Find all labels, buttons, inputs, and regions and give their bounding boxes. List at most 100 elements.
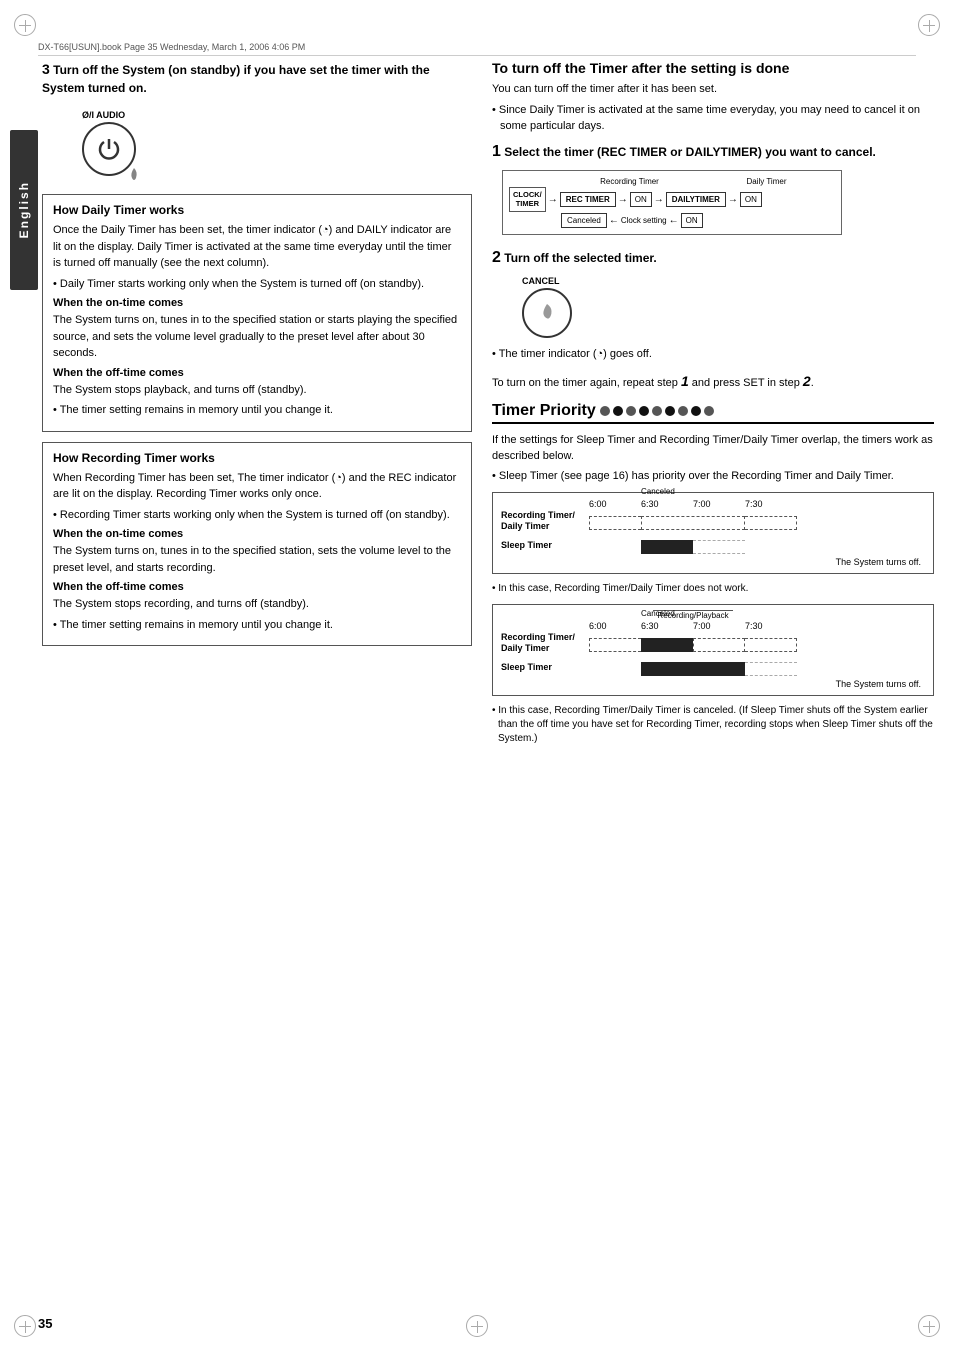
dot5 — [652, 406, 662, 416]
step3-number: 3 — [42, 61, 50, 77]
audio-button-label: Ø/I AUDIO — [82, 110, 136, 120]
chart2-row2-label: Sleep Timer — [501, 662, 589, 673]
chart1-time-ticks: 6:00 6:30 Canceled 7:00 7:30 — [589, 499, 925, 509]
tick-600: 6:00 — [589, 499, 641, 509]
bar1-r1-seg2 — [641, 516, 745, 530]
dot1 — [600, 406, 610, 416]
tick-730: 7:30 — [745, 499, 797, 509]
chart1-note: • In this case, Recording Timer/Daily Ti… — [492, 582, 934, 596]
when-on-heading: When the on-time comes — [53, 297, 461, 309]
step1-text: Select the timer (REC TIMER or DAILYTIME… — [504, 145, 876, 159]
how-daily-timer-title: How Daily Timer works — [53, 203, 461, 217]
left-column: 3 Turn off the System (on standby) if yo… — [42, 60, 472, 656]
recording-timer-top-label: Recording Timer — [561, 177, 698, 186]
bottom-center-mark — [466, 1315, 488, 1337]
turn-on-again-step2: 2 — [803, 373, 811, 389]
chart2-note: • In this case, Recording Timer/Daily Ti… — [492, 704, 934, 746]
timer-priority-heading: Timer Priority — [492, 402, 934, 424]
step2-bullet: • The timer indicator (◔) goes off. — [492, 346, 934, 363]
dot3 — [626, 406, 636, 416]
daily-timer-label: DAILYTIMER — [672, 195, 720, 204]
corner-mark-br — [918, 1315, 940, 1337]
dot8 — [691, 406, 701, 416]
timer-bottom-row: Canceled ← Clock setting ← ON — [561, 213, 835, 228]
corner-mark-tr — [918, 14, 940, 36]
chart2-row1-bars — [589, 633, 925, 653]
step3-section: 3 Turn off the System (on standby) if yo… — [42, 60, 472, 184]
priority-chart2: Recording/Playback 6:00 6:30 Canceled 7:… — [492, 604, 934, 696]
chart2-row2: Sleep Timer — [501, 657, 925, 677]
chart2-top-labels: Recording/Playback — [589, 611, 925, 620]
how-rec-timer-box: How Recording Timer works When Recording… — [42, 442, 472, 647]
step2-heading: 2 Turn off the selected timer. — [492, 249, 934, 267]
dot4 — [639, 406, 649, 416]
dot7 — [678, 406, 688, 416]
chart2-tick-730: 7:30 — [745, 621, 797, 631]
corner-mark-bl — [14, 1315, 36, 1337]
arrow-left-1: ← — [609, 215, 619, 226]
right-column: To turn off the Timer after the setting … — [492, 60, 934, 750]
rec-when-on-text: The System turns on, tunes in to the spe… — [53, 543, 461, 576]
turn-on-again-para: To turn on the timer again, repeat step … — [492, 371, 934, 392]
step3-button-area: Ø/I AUDIO — [82, 110, 136, 176]
step1-number: 1 — [492, 143, 501, 160]
spacer — [589, 611, 641, 620]
when-off-text: The System stops playback, and turns off… — [53, 382, 461, 399]
rec-when-off-heading: When the off-time comes — [53, 581, 461, 593]
arrow-right-1: → — [548, 194, 558, 205]
chart1-row2-bars — [589, 535, 925, 555]
chart1-row1-bars — [589, 511, 925, 531]
press-indicator — [126, 166, 142, 182]
chart2-row1: Recording Timer/Daily Timer — [501, 633, 925, 653]
step3-text: Turn off the System (on standby) if you … — [42, 63, 430, 95]
rec-timer-box: REC TIMER — [560, 192, 616, 207]
chart1-row1: Recording Timer/Daily Timer — [501, 511, 925, 531]
turn-on-again-suffix: and press SET in step — [689, 377, 803, 389]
how-rec-timer-bullet1: • Recording Timer starts working only wh… — [53, 507, 461, 524]
how-daily-timer-box: How Daily Timer works Once the Daily Tim… — [42, 194, 472, 432]
arrow-right-3: → — [654, 194, 664, 205]
when-off-heading: When the off-time comes — [53, 367, 461, 379]
step1-section: 1 Select the timer (REC TIMER or DAILYTI… — [492, 143, 934, 242]
arrow-right-2: → — [618, 194, 628, 205]
dot6 — [665, 406, 675, 416]
turn-on-again-step1: 1 — [681, 373, 689, 389]
power-icon — [95, 135, 123, 163]
turn-on-again-end: . — [811, 377, 814, 389]
priority-dots — [600, 406, 714, 416]
how-daily-timer-para1: Once the Daily Timer has been set, the t… — [53, 222, 461, 272]
priority-para1: If the settings for Sleep Timer and Reco… — [492, 432, 934, 465]
bar1-r1-seg1 — [589, 516, 641, 530]
daily-timer-top-label: Daily Timer — [698, 177, 835, 186]
dot9 — [704, 406, 714, 416]
c2bar2-empty — [589, 662, 641, 676]
c2bar1-r1-s1 — [589, 638, 641, 652]
timer-top-labels: Recording Timer Daily Timer — [561, 177, 835, 186]
on-label-box: ON — [630, 192, 652, 207]
header-bar: DX-T66[USUN].book Page 35 Wednesday, Mar… — [38, 38, 916, 56]
turn-off-bullet: • Since Daily Timer is activated at the … — [492, 102, 934, 135]
chart1-row1-label: Recording Timer/Daily Timer — [501, 510, 589, 532]
audio-button-circle — [82, 122, 136, 176]
c2bar1-r1-s4 — [745, 638, 797, 652]
tick-630: 6:30 Canceled — [641, 499, 693, 509]
bar1-r1-seg3 — [745, 516, 797, 530]
step2-text: Turn off the selected timer. — [504, 251, 656, 265]
corner-mark-tl — [14, 14, 36, 36]
cancel-button-icon — [535, 301, 559, 325]
cancel-button-circle — [522, 288, 572, 338]
on3-label-box: ON — [681, 213, 703, 228]
step2-section: 2 Turn off the selected timer. CANCEL • … — [492, 249, 934, 363]
how-rec-timer-title: How Recording Timer works — [53, 451, 461, 465]
chart1-system-off: The System turns off. — [501, 557, 925, 567]
step3-heading: 3 Turn off the System (on standby) if yo… — [42, 60, 472, 96]
priority-bullet: • Sleep Timer (see page 16) has priority… — [492, 468, 934, 485]
c2bar2-solid — [641, 662, 745, 676]
chart1-canceled-label: Canceled — [641, 487, 675, 496]
how-daily-timer-bullet1: • Daily Timer starts working only when t… — [53, 276, 461, 293]
turn-off-heading: To turn off the Timer after the setting … — [492, 60, 934, 76]
chart2-row2-bars — [589, 657, 925, 677]
chart2-time-ticks: 6:00 6:30 Canceled 7:00 7:30 — [589, 621, 925, 631]
turn-on-again-text: To turn on the timer again, repeat step — [492, 377, 681, 389]
timer-priority-text: Timer Priority — [492, 402, 596, 420]
